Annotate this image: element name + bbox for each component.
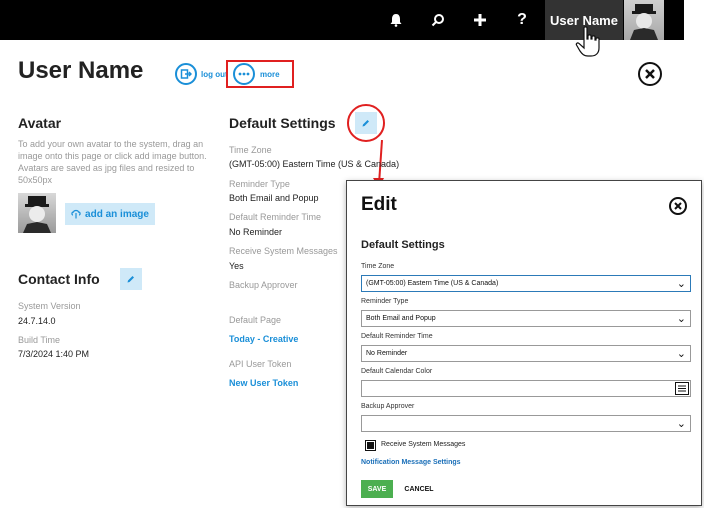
add-image-button[interactable]: add an image [65,203,155,225]
avatar-preview [18,193,56,233]
new-user-token-link[interactable]: New User Token [229,378,298,388]
avatar-help-text: To add your own avatar to the system, dr… [18,139,207,185]
default-settings-title: Default Settings [229,115,336,131]
backup-approver-select[interactable]: ⌄ [361,415,691,432]
help-icon[interactable]: ? [511,9,533,31]
color-picker-icon[interactable] [675,382,689,395]
api-user-token-label: API User Token [229,359,292,369]
default-page-link[interactable]: Today - Creative [229,334,298,344]
close-icon[interactable] [638,62,662,86]
plus-icon[interactable] [469,9,491,31]
time-zone-label: Time Zone [229,145,272,155]
edit-contact-button[interactable] [120,268,142,290]
default-reminder-time-select[interactable]: No Reminder ⌄ [361,345,691,362]
save-button[interactable]: SAVE [361,480,393,498]
more-link[interactable]: more [260,70,280,79]
receive-system-messages-label: Receive System Messages [229,246,338,256]
backup-approver-label: Backup Approver [229,280,298,290]
reminder-type-field-label: Reminder Type [361,298,409,305]
default-reminder-time-select-value: No Reminder [366,350,408,357]
avatar-section-title: Avatar [18,115,62,131]
upload-icon [71,209,81,219]
default-reminder-time-label: Default Reminder Time [229,212,322,222]
avatar[interactable] [624,0,664,40]
dialog-subtitle: Default Settings [361,239,445,251]
edit-dialog: Edit Default Settings Time Zone (GMT-05:… [346,180,702,506]
build-time-value: 7/3/2024 1:40 PM [18,349,90,359]
default-calendar-color-input[interactable] [361,380,691,397]
chevron-down-icon: ⌄ [676,418,686,430]
contact-section-title: Contact Info [18,271,100,287]
bell-icon[interactable] [385,9,407,31]
receive-system-messages-value: Yes [229,261,244,271]
default-reminder-time-value: No Reminder [229,227,283,237]
edit-highlight-circle [347,104,385,142]
time-zone-field-label: Time Zone [361,263,395,270]
receive-system-messages-checkbox[interactable] [365,440,376,451]
chevron-down-icon: ⌄ [676,278,686,290]
notification-message-settings-link[interactable]: Notification Message Settings [361,459,461,466]
reminder-type-label: Reminder Type [229,179,290,189]
logout-icon[interactable] [175,63,197,85]
default-page-label: Default Page [229,315,282,325]
checkbox-checked-icon [367,442,374,449]
system-version-label: System Version [18,301,81,311]
time-zone-value: (GMT-05:00) Eastern Time (US & Canada) [229,159,400,169]
hand-cursor-icon [575,26,600,57]
time-zone-select[interactable]: (GMT-05:00) Eastern Time (US & Canada) ⌄ [361,275,691,292]
page-title: User Name [18,57,144,84]
add-image-label: add an image [85,208,149,220]
more-icon[interactable] [233,63,255,85]
system-version-value: 24.7.14.0 [18,316,56,326]
pencil-icon [127,276,134,283]
default-reminder-time-field-label: Default Reminder Time [361,333,433,340]
cancel-button[interactable]: CANCEL [401,480,437,498]
backup-approver-field-label: Backup Approver [361,403,415,410]
build-time-label: Build Time [18,335,61,345]
chevron-down-icon: ⌄ [676,348,686,360]
reminder-type-select-value: Both Email and Popup [366,315,436,322]
dialog-title: Edit [361,194,397,215]
chevron-down-icon: ⌄ [676,313,686,325]
logout-link[interactable]: log out [201,70,228,79]
dialog-close-icon[interactable] [669,197,687,215]
reminder-type-value: Both Email and Popup [229,193,319,203]
default-calendar-color-field-label: Default Calendar Color [361,368,433,375]
time-zone-select-value: (GMT-05:00) Eastern Time (US & Canada) [366,280,499,287]
receive-system-messages-checkbox-label: Receive System Messages [381,441,466,448]
reminder-type-select[interactable]: Both Email and Popup ⌄ [361,310,691,327]
search-icon[interactable] [427,9,449,31]
